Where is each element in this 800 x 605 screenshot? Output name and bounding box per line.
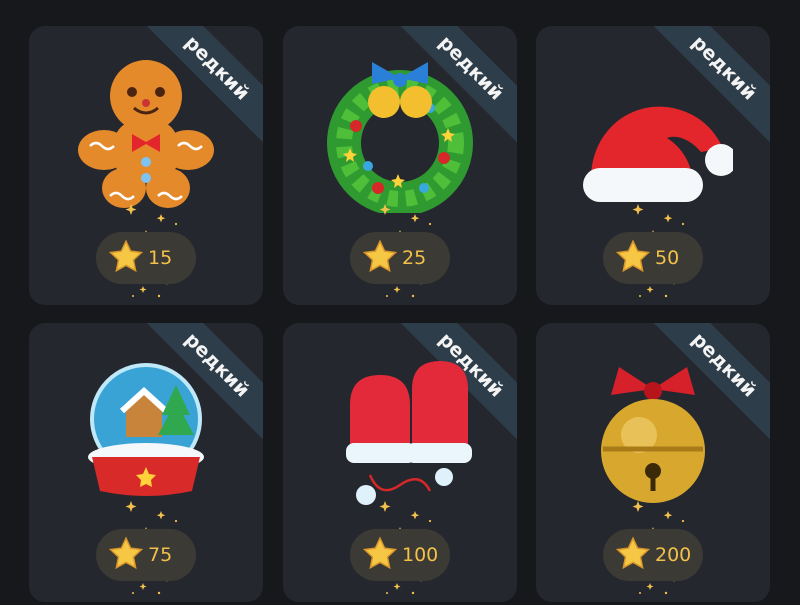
- star-icon: [615, 239, 651, 275]
- gift-card-jingle-bell[interactable]: редкий 200: [536, 323, 770, 602]
- gift-card-gingerbread[interactable]: редкий 15: [29, 26, 263, 305]
- christmas-wreath-icon: [327, 62, 473, 213]
- price-pill: 200: [603, 529, 703, 581]
- star-icon: [108, 239, 144, 275]
- price-value: 75: [148, 544, 173, 566]
- gingerbread-man-icon: [78, 60, 214, 208]
- star-icon: [362, 239, 398, 275]
- santa-hat-icon: [583, 106, 733, 202]
- jingle-bell-icon: [601, 367, 705, 503]
- star-icon: [362, 536, 398, 572]
- price-value: 15: [148, 247, 173, 269]
- price-pill: 50: [603, 232, 703, 284]
- price-value: 50: [655, 247, 680, 269]
- snow-globe-icon: [88, 363, 204, 496]
- price-value: 25: [402, 247, 427, 269]
- price-value: 200: [655, 544, 692, 566]
- price-value: 100: [402, 544, 439, 566]
- price-pill: 75: [96, 529, 196, 581]
- star-icon: [108, 536, 144, 572]
- gift-card-mittens[interactable]: редкий 100: [283, 323, 517, 602]
- red-mittens-icon: [346, 361, 472, 505]
- star-icon: [615, 536, 651, 572]
- gift-card-wreath[interactable]: редкий 25: [283, 26, 517, 305]
- gift-card-snow-globe[interactable]: редкий 75: [29, 323, 263, 602]
- price-pill: 25: [350, 232, 450, 284]
- price-pill: 15: [96, 232, 196, 284]
- gift-card-santa-hat[interactable]: редкий 50: [536, 26, 770, 305]
- price-pill: 100: [350, 529, 450, 581]
